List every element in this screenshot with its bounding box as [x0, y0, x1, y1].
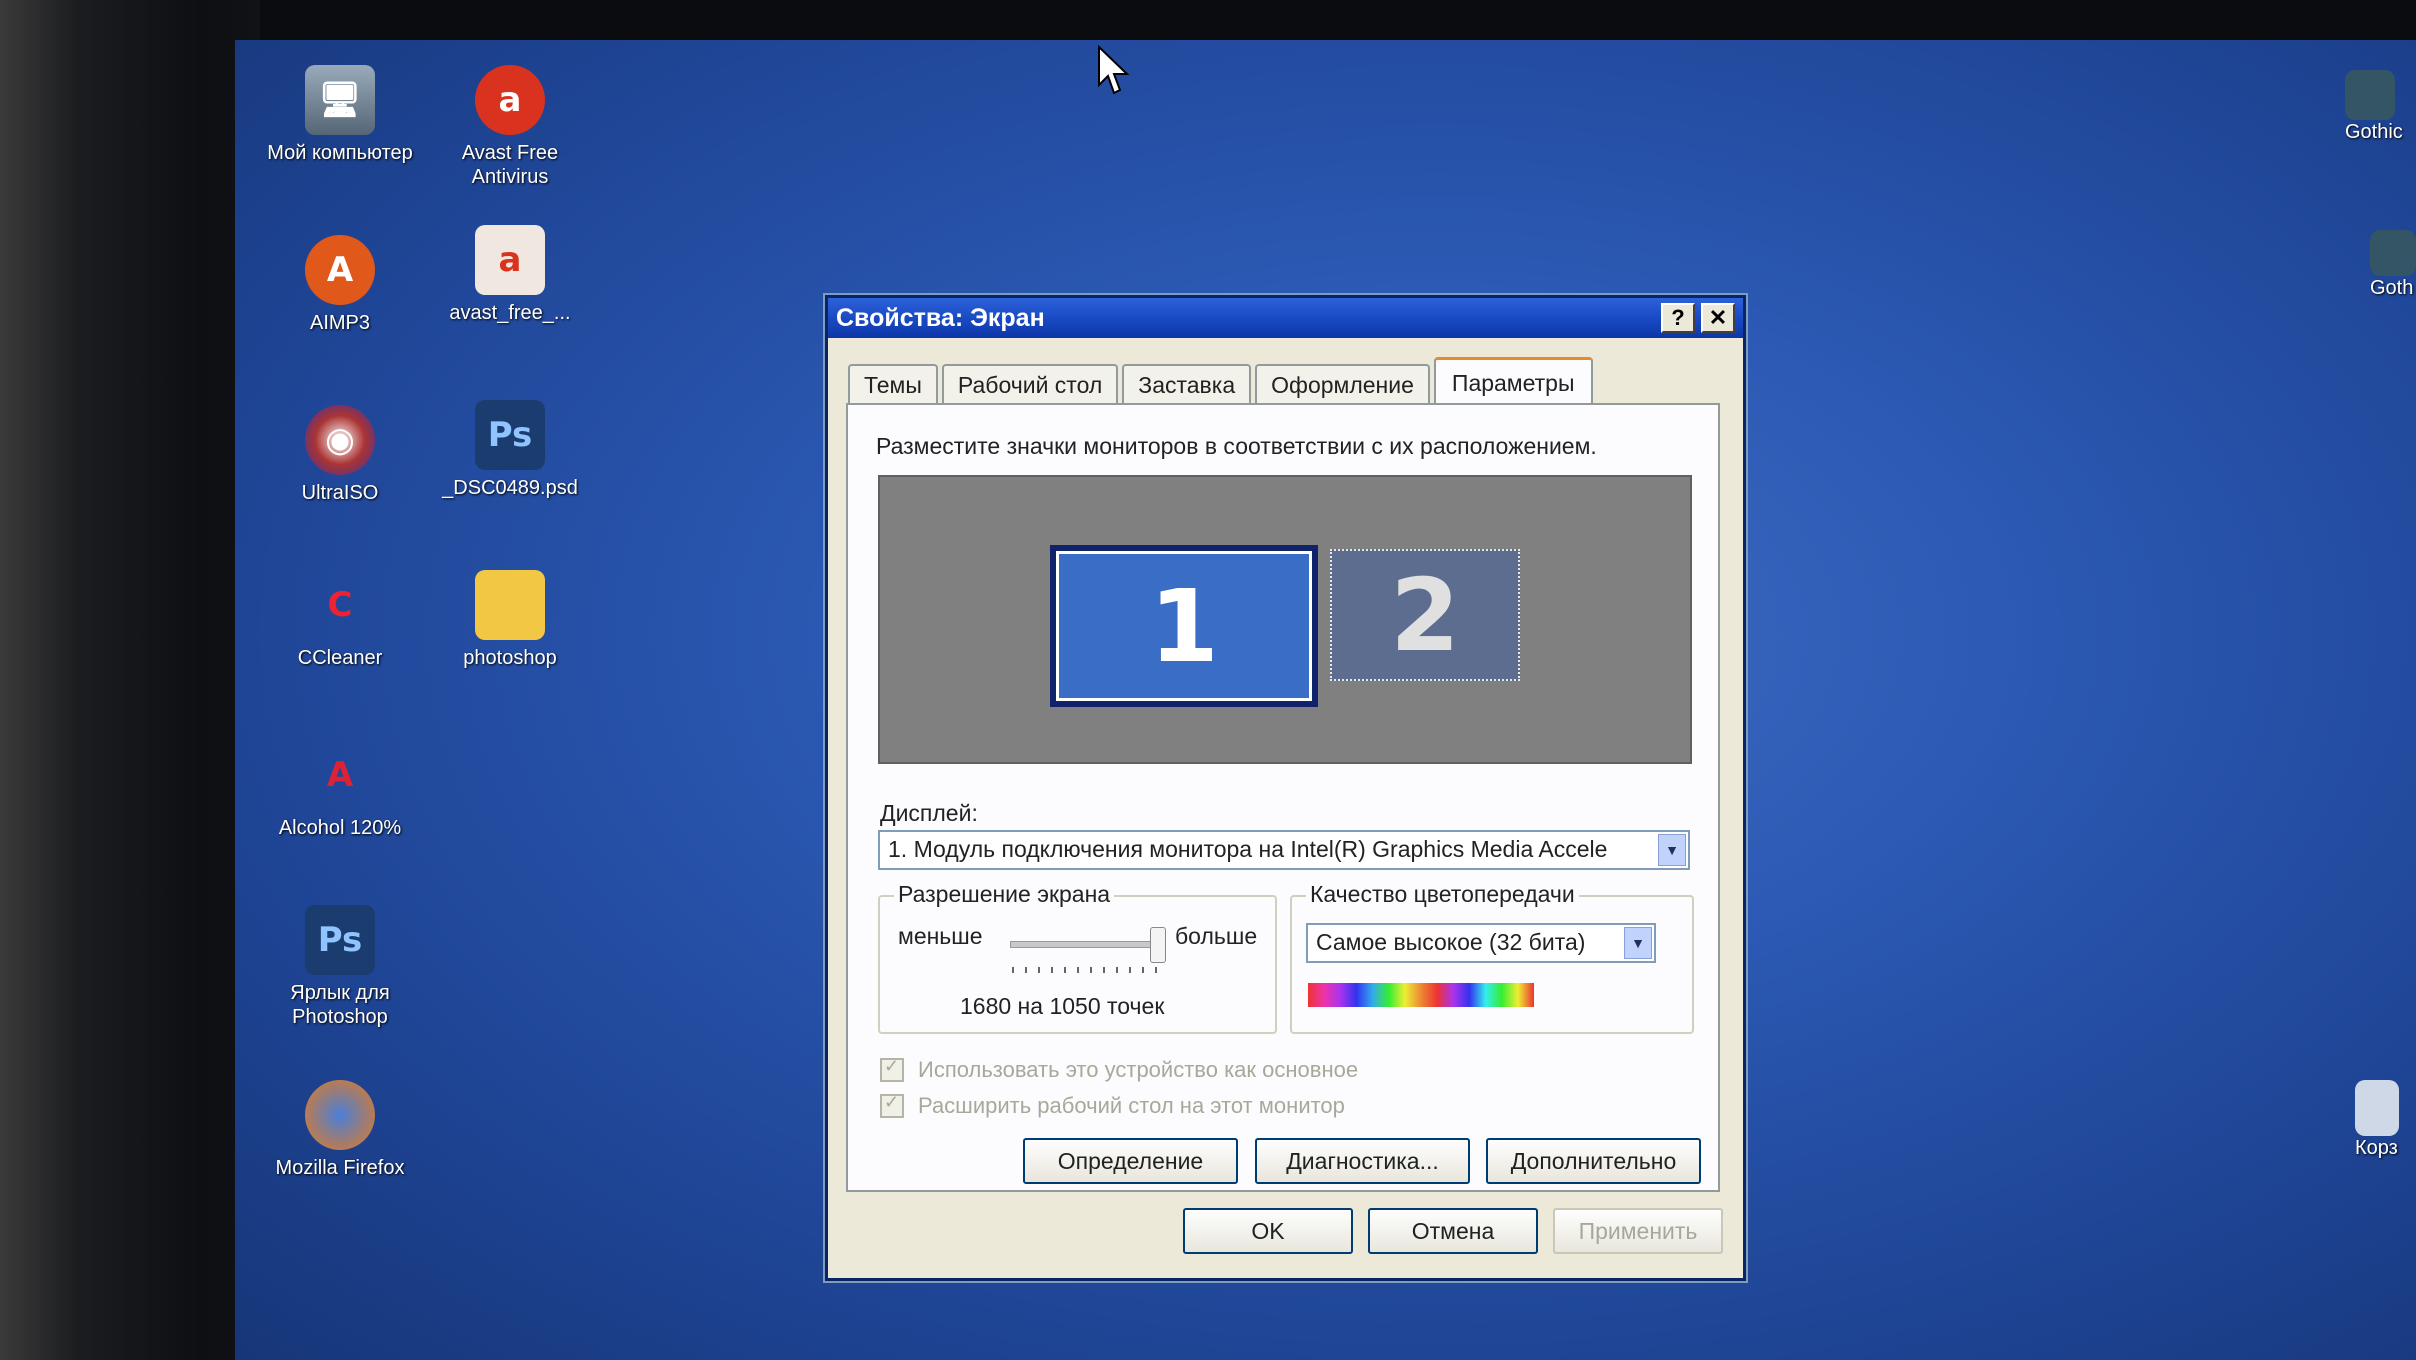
ok-button[interactable]: OK — [1183, 1208, 1353, 1254]
primary-device-label: Использовать это устройство как основное — [918, 1057, 1359, 1082]
desktop-icon-aimp3[interactable]: A AIMP3 — [265, 235, 415, 335]
computer-icon: 🖥 — [305, 65, 375, 135]
monitor-arrangement-area: 1 2 — [878, 475, 1692, 764]
desktop-icon-label: Gothic — [2345, 121, 2403, 143]
display-label: Дисплей: — [880, 800, 978, 826]
chevron-down-icon[interactable]: ▼ — [1624, 927, 1652, 959]
photoshop-file-icon: Ps — [475, 400, 545, 470]
disc-icon: ◉ — [305, 405, 375, 475]
desktop-icon-alcohol[interactable]: A Alcohol 120% — [265, 740, 415, 840]
desktop-icon-label: Goth — [2370, 277, 2414, 299]
desktop-icon-photoshop-folder[interactable]: photoshop — [435, 570, 585, 670]
tab-screensaver[interactable]: Заставка — [1122, 364, 1252, 405]
resolution-more-label: больше — [1175, 923, 1258, 949]
desktop-icon-label: Mozilla Firefox — [275, 1157, 405, 1179]
desktop-icon-firefox[interactable]: Mozilla Firefox — [265, 1080, 415, 1180]
mouse-cursor-icon — [1098, 45, 1130, 95]
desktop-icon-label: _DSC0489.psd — [442, 477, 578, 499]
desktop-icon-label: UltraISO — [301, 482, 379, 504]
chevron-down-icon[interactable]: ▼ — [1658, 834, 1686, 866]
dialog-title: Свойства: Экран — [836, 303, 1045, 332]
color-quality-select[interactable]: Самое высокое (32 бита) ▼ — [1306, 923, 1656, 963]
game-icon — [2370, 230, 2416, 276]
monitor-2-icon[interactable]: 2 — [1330, 549, 1520, 681]
color-spectrum-bar — [1308, 983, 1534, 1007]
resolution-group-title: Разрешение экрана — [894, 881, 1115, 908]
dialog-titlebar[interactable]: Свойства: Экран ? ✕ — [828, 298, 1743, 338]
advanced-button[interactable]: Дополнительно — [1486, 1138, 1701, 1184]
tab-themes[interactable]: Темы — [848, 364, 938, 405]
display-select-value: 1. Модуль подключения монитора на Intel(… — [888, 836, 1608, 862]
photoshop-icon: Ps — [305, 905, 375, 975]
desktop-icon-avast[interactable]: a Avast Free Antivirus — [435, 65, 585, 189]
cancel-button[interactable]: Отмена — [1368, 1208, 1538, 1254]
desktop-icon-avast-installer[interactable]: a avast_free_... — [435, 225, 585, 325]
color-quality-group-title: Качество цветопередачи — [1306, 881, 1579, 908]
desktop-icon-label: Ярлык для Photoshop — [290, 982, 390, 1028]
identify-button[interactable]: Определение — [1023, 1138, 1238, 1184]
desktop-icon-gothic[interactable]: Gothic — [2345, 70, 2416, 144]
display-select[interactable]: 1. Модуль подключения монитора на Intel(… — [878, 830, 1690, 870]
extend-desktop-label: Расширить рабочий стол на этот монитор — [918, 1093, 1345, 1118]
desktop-icon-label: CCleaner — [297, 647, 383, 669]
resolution-less-label: меньше — [898, 923, 983, 949]
tab-settings[interactable]: Параметры — [1433, 357, 1593, 407]
monitor-arrangement-instruction: Разместите значки мониторов в соответств… — [876, 433, 1597, 459]
color-quality-value: Самое высокое (32 бита) — [1316, 929, 1586, 955]
desktop-icon-gothic-2[interactable]: Goth — [2370, 230, 2416, 300]
tab-desktop[interactable]: Рабочий стол — [941, 364, 1119, 405]
checkbox-checked-icon[interactable] — [880, 1056, 904, 1082]
extend-desktop-checkbox[interactable]: Расширить рабочий стол на этот монитор — [880, 1092, 1345, 1119]
desktop-icon-label: Avast Free Antivirus — [461, 142, 559, 188]
tab-strip: Темы Рабочий стол Заставка Оформление Па… — [848, 357, 1597, 407]
ccleaner-icon: C — [327, 585, 353, 625]
recycle-bin-icon — [2355, 1080, 2399, 1136]
help-button[interactable]: ? — [1661, 303, 1695, 333]
apply-button[interactable]: Применить — [1553, 1208, 1723, 1254]
checkbox-checked-icon[interactable] — [880, 1092, 904, 1118]
color-quality-group: Качество цветопередачи Самое высокое (32… — [1290, 881, 1694, 1034]
desktop-icon-psd-file[interactable]: Ps _DSC0489.psd — [435, 400, 585, 500]
desktop-icon-ultraiso[interactable]: ◉ UltraISO — [265, 405, 415, 505]
desktop-icon-recycle-bin[interactable]: Корз — [2355, 1080, 2416, 1160]
aimp-icon: A — [305, 235, 375, 305]
close-button[interactable]: ✕ — [1701, 303, 1735, 333]
resolution-value: 1680 на 1050 точек — [960, 993, 1165, 1019]
tab-appearance[interactable]: Оформление — [1255, 364, 1430, 405]
desktop-icon-ccleaner[interactable]: C CCleaner — [265, 570, 415, 670]
desktop-icon-label: Alcohol 120% — [278, 817, 402, 839]
resolution-group: Разрешение экрана меньше больше 1680 на … — [878, 881, 1277, 1034]
display-properties-dialog: Свойства: Экран ? ✕ Темы Рабочий стол За… — [825, 295, 1746, 1281]
avast-installer-icon: a — [475, 225, 545, 295]
monitor-1-icon[interactable]: 1 — [1050, 545, 1318, 707]
firefox-icon — [305, 1080, 375, 1150]
troubleshoot-button[interactable]: Диагностика... — [1255, 1138, 1470, 1184]
desktop-icon-my-computer[interactable]: 🖥 Мой компьютер — [265, 65, 415, 165]
desktop-icon-label: Корз — [2355, 1137, 2398, 1159]
desktop-icon-label: avast_free_... — [449, 302, 571, 324]
alcohol-icon: A — [326, 755, 354, 795]
game-icon — [2345, 70, 2395, 120]
resolution-slider-thumb[interactable] — [1150, 927, 1166, 963]
avast-icon: a — [475, 65, 545, 135]
desktop-icon-label: AIMP3 — [309, 312, 371, 334]
desktop-icon-label: photoshop — [463, 647, 557, 669]
settings-panel: Разместите значки мониторов в соответств… — [846, 403, 1720, 1192]
folder-icon — [475, 570, 545, 640]
monitor-bezel-left — [0, 0, 260, 1360]
resolution-slider-track[interactable] — [1010, 941, 1162, 948]
desktop-icon-photoshop-shortcut[interactable]: Ps Ярлык для Photoshop — [265, 905, 415, 1029]
resolution-slider-ticks — [1012, 967, 1162, 973]
primary-device-checkbox[interactable]: Использовать это устройство как основное — [880, 1056, 1359, 1083]
desktop-icon-label: Мой компьютер — [267, 142, 413, 164]
